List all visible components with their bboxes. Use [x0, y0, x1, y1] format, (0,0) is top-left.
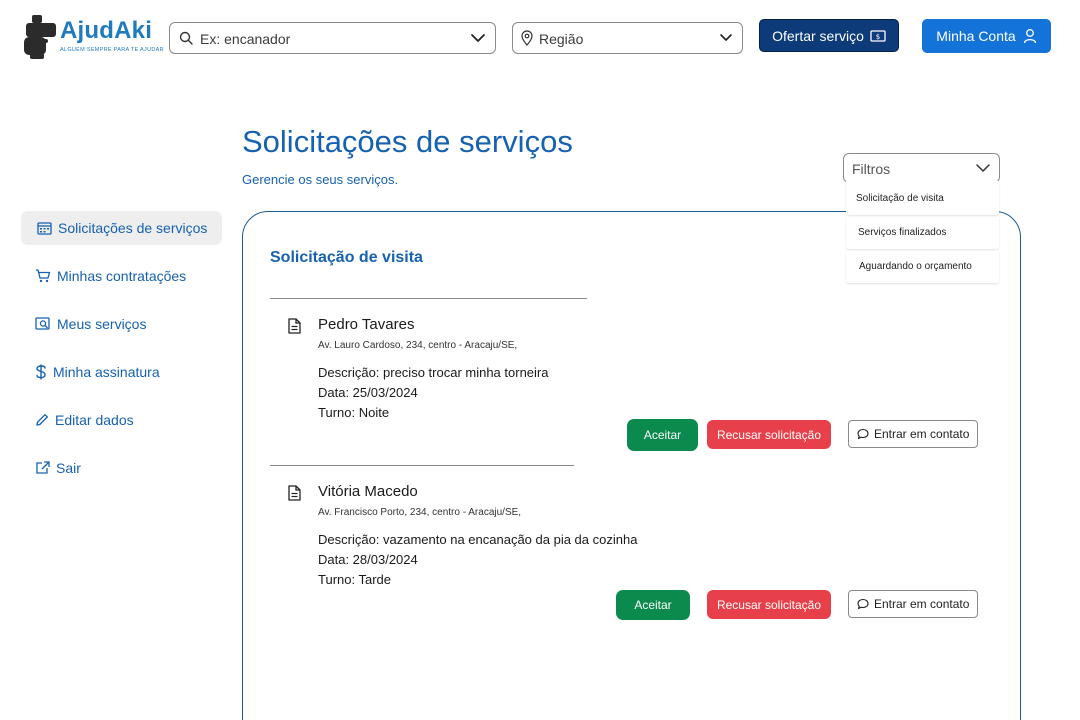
- service-search-field[interactable]: [169, 22, 496, 54]
- requester-address: Av. Lauro Cardoso, 234, centro - Aracaju…: [318, 340, 518, 351]
- sidebar-item-label: Solicitações de serviços: [58, 220, 208, 236]
- chat-bubble-icon: [857, 428, 869, 440]
- sidebar-item-label: Sair: [56, 460, 81, 476]
- refuse-request-button[interactable]: Recusar solicitação: [707, 420, 831, 449]
- list-item: Pedro Tavares Av. Lauro Cardoso, 234, ce…: [270, 298, 978, 458]
- sidebar-item-label: Editar dados: [55, 412, 134, 428]
- request-shift: Turno: Noite: [318, 405, 390, 420]
- map-pin-icon: [521, 30, 533, 46]
- region-label: Região: [539, 31, 584, 47]
- my-account-label: Minha Conta: [936, 28, 1016, 44]
- sidebar-item-logout[interactable]: Sair: [21, 451, 222, 485]
- document-icon: [288, 318, 301, 334]
- accept-button[interactable]: Aceitar: [627, 419, 698, 451]
- calendar-icon: [37, 222, 52, 235]
- sidebar-item-my-services[interactable]: Meus serviços: [21, 307, 222, 341]
- filters-dropdown[interactable]: Filtros: [843, 153, 1000, 183]
- requests-card: Solicitação de visita Pedro Tavares Av. …: [242, 211, 1021, 720]
- pencil-icon: [36, 414, 48, 426]
- user-icon: [1023, 29, 1036, 44]
- list-item: Vitória Macedo Av. Francisco Porto, 234,…: [270, 465, 978, 625]
- brand-name: AjudAki: [60, 17, 153, 44]
- chevron-down-icon: [720, 34, 732, 41]
- request-description: Descrição: preciso trocar minha torneira: [318, 365, 549, 380]
- search-icon: [179, 31, 193, 45]
- dollar-icon: [36, 364, 46, 380]
- contact-button[interactable]: Entrar em contato: [848, 420, 978, 448]
- contact-label: Entrar em contato: [874, 597, 970, 611]
- request-date: Data: 25/03/2024: [318, 385, 418, 400]
- divider: [270, 298, 587, 299]
- external-link-icon: [36, 461, 50, 474]
- sidebar-item-label: Meus serviços: [57, 316, 147, 332]
- sidebar-item-label: Minha assinatura: [53, 364, 160, 380]
- sidebar-item-edit-data[interactable]: Editar dados: [21, 403, 222, 437]
- request-date: Data: 28/03/2024: [318, 552, 418, 567]
- card-heading: Solicitação de visita: [270, 249, 423, 266]
- requester-address: Av. Francisco Porto, 234, centro - Araca…: [318, 507, 522, 518]
- document-icon: [288, 485, 301, 501]
- contact-label: Entrar em contato: [874, 427, 970, 441]
- sidebar-item-subscription[interactable]: Minha assinatura: [21, 355, 222, 389]
- accept-button[interactable]: Aceitar: [616, 590, 690, 620]
- sidebar-item-label: Minhas contratações: [57, 268, 187, 284]
- chat-bubble-icon: [857, 598, 869, 610]
- filter-option-visit-request[interactable]: Solicitação de visita: [846, 181, 999, 215]
- filter-option-awaiting-quote[interactable]: Aguardando o orçamento: [846, 249, 999, 283]
- sidebar-item-my-hires[interactable]: Minhas contratações: [21, 259, 222, 293]
- my-account-button[interactable]: Minha Conta: [922, 19, 1051, 53]
- hand-toolbox-logo-icon: [24, 15, 56, 59]
- cart-icon: [36, 269, 51, 283]
- chevron-down-icon: [976, 164, 990, 172]
- page-subtitle: Gerencie os seus serviços.: [242, 172, 399, 187]
- offer-service-label: Ofertar serviço: [772, 27, 864, 44]
- svg-text:$: $: [876, 33, 880, 41]
- divider: [270, 465, 574, 466]
- search-doc-icon: [35, 317, 50, 330]
- offer-service-button[interactable]: Ofertar serviço $: [759, 19, 899, 52]
- filters-label: Filtros: [852, 161, 891, 177]
- logo[interactable]: AjudAki ALGUÉM SEMPRE PARA TE AJUDAR: [24, 13, 164, 61]
- search-input[interactable]: [200, 28, 460, 50]
- requester-name: Pedro Tavares: [318, 316, 415, 333]
- refuse-request-button[interactable]: Recusar solicitação: [707, 590, 831, 619]
- chevron-down-icon[interactable]: [470, 32, 486, 44]
- page-title: Solicitações de serviços: [242, 124, 573, 159]
- contact-button[interactable]: Entrar em contato: [848, 590, 978, 618]
- filters-menu: Solicitação de visita Serviços finalizad…: [846, 181, 999, 283]
- region-select[interactable]: Região: [512, 22, 743, 54]
- request-description: Descrição: vazamento na encanação da pia…: [318, 532, 638, 547]
- filter-option-finished-services[interactable]: Serviços finalizados: [846, 215, 999, 249]
- request-shift: Turno: Tarde: [318, 572, 391, 587]
- requester-name: Vitória Macedo: [318, 483, 418, 500]
- sidebar: Solicitações de serviços Minhas contrata…: [21, 211, 222, 499]
- sidebar-item-service-requests[interactable]: Solicitações de serviços: [21, 211, 222, 245]
- money-bill-icon: $: [870, 29, 886, 42]
- brand-tagline: ALGUÉM SEMPRE PARA TE AJUDAR: [60, 47, 164, 53]
